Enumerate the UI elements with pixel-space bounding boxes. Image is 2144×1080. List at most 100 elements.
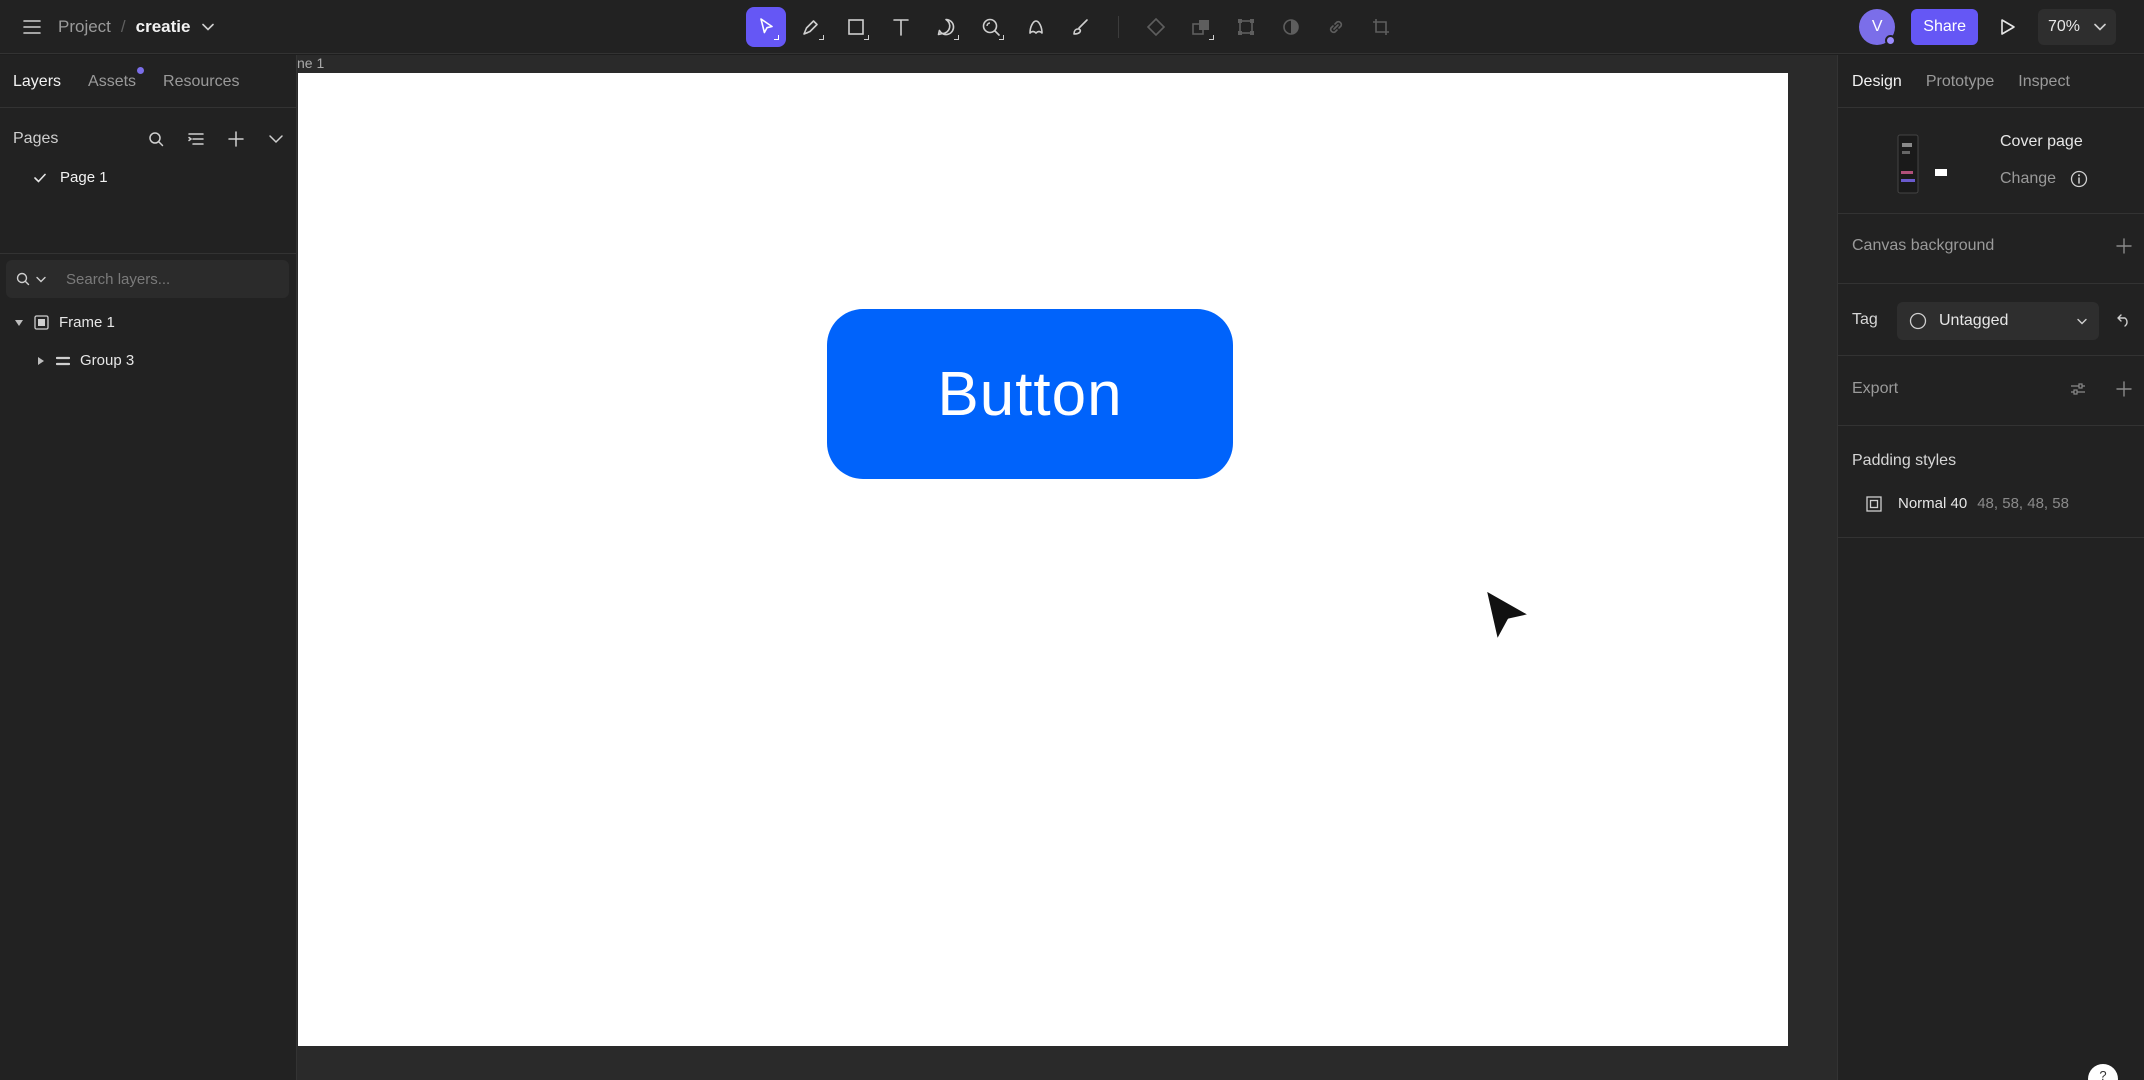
- canvas-background-row: Canvas background: [1852, 237, 2132, 255]
- hamburger-menu-icon[interactable]: [18, 13, 46, 41]
- cover-page-title: Cover page: [2000, 133, 2083, 150]
- comment-tool-button[interactable]: [926, 7, 966, 47]
- presence-dot: [1885, 35, 1897, 46]
- padding-styles-title: Padding styles: [1852, 452, 1957, 469]
- left-sidebar: Layers Assets Resources Pages Page 1 Sea…: [0, 55, 297, 1080]
- mouse-cursor-icon: [1483, 587, 1533, 644]
- layer-row-group-3[interactable]: Group 3: [36, 352, 134, 369]
- top-toolbar: Project / creatie V Share 70%: [0, 0, 2144, 54]
- link-icon: [1329, 20, 1343, 34]
- component-button[interactable]: [1136, 7, 1176, 47]
- share-button[interactable]: Share: [1911, 9, 1978, 45]
- pen-tool-button[interactable]: [791, 7, 831, 47]
- crop-button[interactable]: [1361, 7, 1401, 47]
- design-button-element[interactable]: Button: [827, 309, 1233, 479]
- frame-1[interactable]: Button: [298, 73, 1788, 1046]
- search-icon[interactable]: [147, 130, 165, 148]
- tag-value: Untagged: [1939, 312, 2009, 329]
- circle-icon: [1909, 312, 1927, 330]
- frame-label[interactable]: ne 1: [297, 55, 324, 71]
- divider: [0, 253, 296, 254]
- pages-header: Pages: [13, 125, 285, 153]
- search-icon: [16, 272, 30, 286]
- plus-icon[interactable]: [2116, 238, 2132, 254]
- user-avatar[interactable]: V: [1859, 9, 1897, 46]
- divider: [1838, 425, 2144, 426]
- tab-prototype[interactable]: Prototype: [1926, 73, 1994, 91]
- submenu-corner-icon: [819, 35, 824, 40]
- change-link[interactable]: Change: [2000, 170, 2056, 188]
- move-tool-button[interactable]: [746, 7, 786, 47]
- breadcrumb: Project / creatie: [58, 15, 215, 39]
- right-tabs: Design Prototype Inspect: [1852, 73, 2070, 91]
- tab-inspect[interactable]: Inspect: [2018, 73, 2070, 91]
- cover-change-row: Change: [2000, 170, 2088, 188]
- rectangle-tool-button[interactable]: [836, 7, 876, 47]
- padding-style-values: 48, 58, 48, 58: [1977, 495, 2069, 512]
- left-tabs: Layers Assets Resources: [13, 67, 240, 91]
- tab-assets-label: Assets: [88, 73, 137, 90]
- layer-name: Frame 1: [59, 314, 115, 331]
- search-layers-field[interactable]: Search layers...: [6, 260, 289, 298]
- breadcrumb-project[interactable]: Project: [58, 17, 111, 37]
- caret-right-icon[interactable]: [36, 356, 46, 365]
- brush-tool-button[interactable]: [1061, 7, 1101, 47]
- plus-icon[interactable]: [2116, 381, 2132, 397]
- padding-style-name: Normal 40: [1898, 495, 1968, 512]
- page-item[interactable]: Page 1: [34, 169, 108, 186]
- toolbar-divider: [1118, 16, 1119, 38]
- text-tool-button[interactable]: [881, 7, 921, 47]
- tab-resources[interactable]: Resources: [163, 73, 239, 91]
- link-button[interactable]: [1316, 7, 1356, 47]
- mask-icon: [1283, 19, 1299, 35]
- undo-icon[interactable]: [2116, 313, 2132, 327]
- breadcrumb-file-name[interactable]: creatie: [136, 17, 191, 37]
- chevron-down-icon[interactable]: [267, 130, 285, 148]
- divider: [1838, 537, 2144, 538]
- tool-group: [746, 6, 1401, 48]
- sort-list-icon[interactable]: [187, 130, 205, 148]
- sliders-icon[interactable]: [2070, 382, 2086, 396]
- crop-icon: [1373, 19, 1389, 35]
- submenu-corner-icon: [999, 35, 1004, 40]
- right-sidebar: Design Prototype Inspect Cover page Chan…: [1837, 55, 2144, 1080]
- pages-actions: [147, 130, 285, 148]
- zoom-dropdown[interactable]: 70%: [2037, 9, 2116, 45]
- tab-design[interactable]: Design: [1852, 73, 1902, 91]
- tab-assets[interactable]: Assets: [88, 67, 145, 91]
- tab-layers[interactable]: Layers: [13, 73, 61, 91]
- tag-select[interactable]: Untagged: [1897, 302, 2099, 340]
- play-icon[interactable]: [1994, 13, 2022, 41]
- zoom-tool-button[interactable]: [971, 7, 1011, 47]
- padding-icon: [1866, 495, 1882, 512]
- export-label: Export: [1852, 380, 1899, 397]
- submenu-corner-icon: [864, 35, 869, 40]
- group-icon: [56, 355, 70, 367]
- canvas[interactable]: ne 1 Button: [297, 55, 1837, 1080]
- divider: [0, 107, 296, 108]
- cover-thumbnail[interactable]: [1890, 133, 1970, 197]
- transform-icon: [1238, 19, 1254, 35]
- plus-icon[interactable]: [227, 130, 245, 148]
- layer-row-frame-1[interactable]: Frame 1: [14, 314, 115, 331]
- divider: [1838, 283, 2144, 284]
- chevron-down-icon[interactable]: [202, 23, 215, 31]
- padding-style-item[interactable]: Normal 40 48, 58, 48, 58: [1866, 495, 2069, 512]
- canvas-background-label: Canvas background: [1852, 237, 1995, 254]
- shape-builder-tool-button[interactable]: [1016, 7, 1056, 47]
- chevron-down-icon[interactable]: [36, 276, 46, 283]
- toolbar-right-group: V Share 70%: [1859, 8, 2116, 46]
- text-icon: [893, 19, 909, 36]
- transform-button[interactable]: [1226, 7, 1266, 47]
- divider: [1838, 355, 2144, 356]
- frame-icon: [34, 315, 49, 330]
- submenu-corner-icon: [954, 35, 959, 40]
- boolean-button[interactable]: [1181, 7, 1221, 47]
- component-icon: [1146, 17, 1166, 37]
- shape-builder-icon: [1029, 20, 1043, 34]
- info-icon[interactable]: [2070, 170, 2088, 188]
- chevron-down-icon: [2094, 23, 2106, 31]
- export-row: Export: [1852, 380, 2132, 398]
- mask-button[interactable]: [1271, 7, 1311, 47]
- caret-down-icon[interactable]: [14, 319, 24, 326]
